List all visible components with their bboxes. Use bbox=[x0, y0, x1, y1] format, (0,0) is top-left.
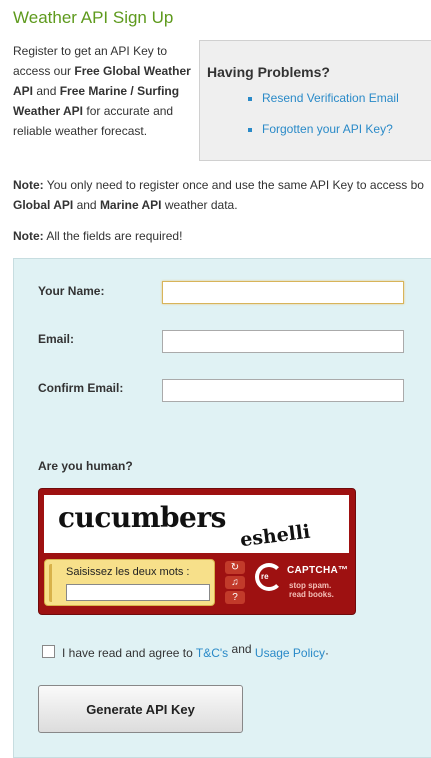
confirm-email-input[interactable] bbox=[162, 379, 404, 402]
name-input[interactable] bbox=[162, 281, 404, 304]
note-register-once: Note: You only need to register once and… bbox=[13, 178, 424, 212]
recaptcha-widget: cucumbers eshelli Saisissez les deux mot… bbox=[38, 488, 356, 615]
captcha-image: cucumbers eshelli bbox=[44, 495, 349, 553]
email-label: Email: bbox=[38, 332, 75, 346]
generate-api-key-button[interactable]: Generate API Key bbox=[38, 685, 243, 733]
usage-policy-link[interactable]: Usage Policy bbox=[255, 646, 325, 660]
captcha-input[interactable] bbox=[66, 584, 210, 601]
problems-list: Resend Verification Email Forgotten your… bbox=[200, 91, 399, 153]
problems-box: Having Problems? Resend Verification Ema… bbox=[199, 40, 431, 161]
list-item: Resend Verification Email bbox=[262, 91, 399, 106]
refresh-icon[interactable]: ↻ bbox=[225, 561, 245, 574]
recaptcha-ring-icon bbox=[255, 563, 283, 591]
captcha-panel-decoration bbox=[49, 564, 60, 602]
audio-icon[interactable]: ♫ bbox=[225, 576, 245, 589]
confirm-email-label: Confirm Email: bbox=[38, 381, 124, 395]
name-label: Your Name: bbox=[38, 284, 105, 298]
captcha-buttons: ↻ ♫ ? bbox=[225, 561, 247, 606]
page-title: Weather API Sign Up bbox=[13, 8, 174, 27]
terms-link[interactable]: T&C's bbox=[196, 646, 228, 660]
note-fields-required: Note: All the fields are required! bbox=[13, 229, 183, 243]
recaptcha-logo: re CAPTCHA™ stop spam. read books. bbox=[255, 559, 351, 609]
resend-verification-link[interactable]: Resend Verification Email bbox=[262, 91, 399, 105]
help-icon[interactable]: ? bbox=[225, 591, 245, 604]
forgotten-key-link[interactable]: Forgotten your API Key? bbox=[262, 122, 393, 136]
captcha-word-1: cucumbers bbox=[58, 501, 226, 534]
problems-heading: Having Problems? bbox=[207, 64, 330, 80]
captcha-prompt: Saisissez les deux mots : bbox=[66, 566, 190, 578]
email-input[interactable] bbox=[162, 330, 404, 353]
signup-form: Your Name: Email: Confirm Email: Are you… bbox=[13, 258, 431, 758]
captcha-input-panel: Saisissez les deux mots : bbox=[44, 559, 215, 606]
list-item: Forgotten your API Key? bbox=[262, 122, 399, 137]
intro-text: Register to get an API Key to access our… bbox=[13, 44, 191, 138]
recaptcha-tagline: stop spam. read books. bbox=[289, 581, 334, 599]
captcha-word-2: eshelli bbox=[238, 520, 312, 552]
terms-checkbox[interactable] bbox=[42, 645, 55, 658]
terms-agreement: I have read and agree to T&C's and Usage… bbox=[42, 642, 329, 660]
human-label: Are you human? bbox=[38, 459, 133, 473]
